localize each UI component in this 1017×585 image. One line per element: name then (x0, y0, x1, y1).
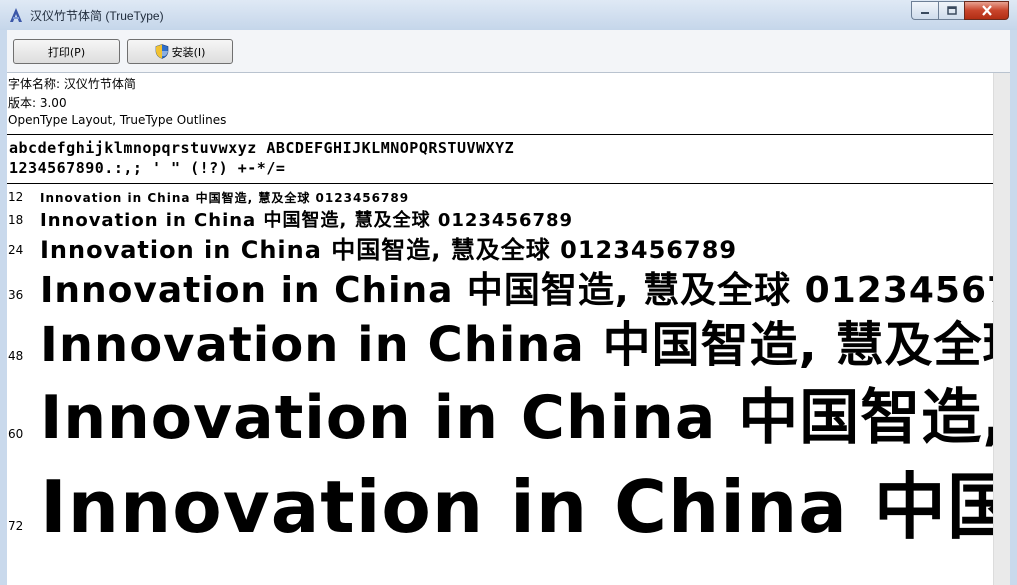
font-viewer-icon (10, 8, 22, 22)
window-frame-right (1010, 30, 1017, 585)
divider (7, 134, 993, 135)
font-viewer-window: 汉仪竹节体简 (TrueType) 打印(P) 安装(I) 字体名称: 汉仪竹节… (0, 0, 1017, 585)
version-info: 版本: 3.00 (8, 96, 67, 110)
sample-text-60: Innovation in China 中国智造, 慧及全球 012345678… (40, 383, 993, 453)
sample-text-18: Innovation in China 中国智造, 慧及全球 012345678… (40, 210, 574, 231)
size-label-24: 24 (8, 243, 24, 257)
print-button[interactable]: 打印(P) (13, 39, 120, 64)
sample-text-24: Innovation in China 中国智造, 慧及全球 012345678… (40, 236, 738, 264)
size-label-72: 72 (8, 519, 24, 533)
sample-text-12: Innovation in China 中国智造, 慧及全球 012345678… (40, 191, 410, 205)
minimize-button[interactable] (911, 1, 938, 20)
font-name-info: 字体名称: 汉仪竹节体简 (8, 77, 136, 91)
sample-text-72: Innovation in China 中国智造, 慧及全球 012345678… (40, 465, 993, 549)
vertical-scrollbar[interactable] (993, 73, 1010, 585)
caption-buttons (911, 1, 1009, 20)
uac-shield-icon (155, 44, 168, 59)
maximize-icon (946, 6, 957, 15)
title-bar[interactable]: 汉仪竹节体简 (TrueType) (0, 0, 1017, 30)
size-label-60: 60 (8, 427, 24, 441)
charset-digits-symbols: 1234567890.:,; ' " (!?) +-*/= (9, 159, 286, 177)
charset-letters: abcdefghijklmnopqrstuvwxyz ABCDEFGHIJKLM… (9, 139, 515, 157)
outline-info: OpenType Layout, TrueType Outlines (8, 113, 227, 127)
install-button-label: 安装(I) (171, 45, 206, 59)
close-button[interactable] (964, 1, 1009, 20)
size-label-36: 36 (8, 288, 24, 302)
font-preview-area: 字体名称: 汉仪竹节体简 版本: 3.00 OpenType Layout, T… (7, 73, 993, 585)
window-title: 汉仪竹节体简 (TrueType) (30, 9, 164, 23)
sample-text-48: Innovation in China 中国智造, 慧及全球 012345678… (40, 317, 993, 373)
minimize-icon (921, 11, 929, 14)
size-label-12: 12 (8, 190, 24, 204)
close-icon (981, 5, 992, 16)
size-label-48: 48 (8, 349, 24, 363)
install-button[interactable]: 安装(I) (127, 39, 233, 64)
size-label-18: 18 (8, 213, 24, 227)
maximize-button[interactable] (938, 1, 964, 20)
toolbar: 打印(P) 安装(I) (7, 30, 1010, 73)
divider (7, 183, 993, 184)
print-button-label: 打印(P) (47, 45, 86, 59)
